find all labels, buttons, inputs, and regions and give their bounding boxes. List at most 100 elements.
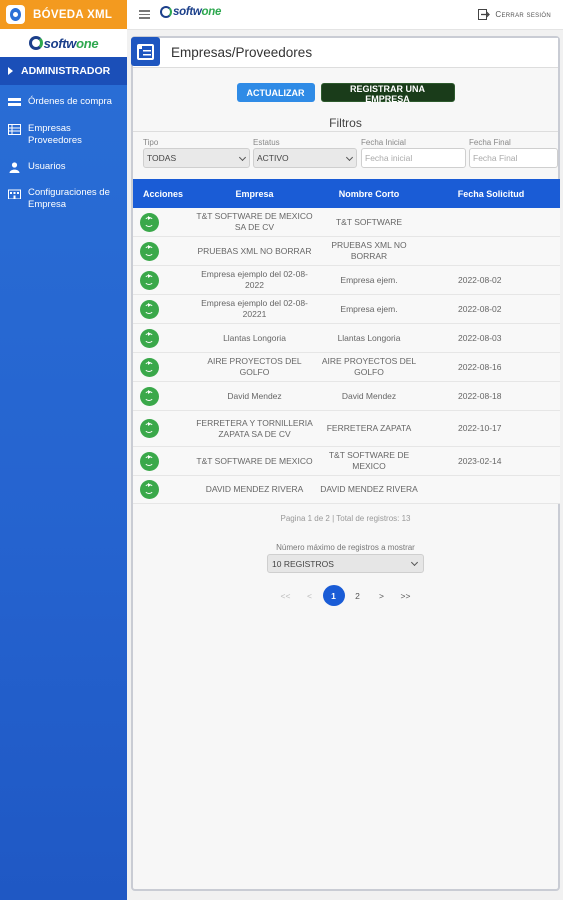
cell-fecha: 2022-10-17	[458, 423, 502, 433]
cell-fecha: 2022-08-02	[458, 303, 502, 314]
cell-nombre-corto: Empresa ejem.	[340, 274, 398, 285]
chevron-down-icon	[238, 153, 247, 162]
table-row: PRUEBAS XML NO BORRAR PRUEBAS XML NO BOR…	[133, 237, 560, 266]
cell-nombre-corto: T&T SOFTWARE DE MEXICO	[328, 450, 410, 471]
table-row: Empresa ejemplo del 02-08-20221 Empresa …	[133, 295, 560, 324]
cell-nombre-corto: AIRE PROYECTOS DEL GOLFO	[321, 356, 417, 377]
sidebar-item-usuarios[interactable]: Usuarios	[0, 161, 127, 173]
table-header: Acciones Empresa Nombre Corto Fecha Soli…	[133, 179, 560, 208]
next-page-button[interactable]: >	[371, 585, 393, 606]
cards-icon	[8, 98, 21, 106]
fecha-final-input[interactable]: Fecha Final	[469, 148, 558, 168]
sidebar-item-empresas[interactable]: Empresas Proveedores	[0, 123, 127, 147]
first-page-button[interactable]: <<	[275, 585, 297, 606]
register-company-button[interactable]: REGISTRAR UNA EMPRESA	[320, 83, 455, 104]
building-icon	[8, 189, 21, 199]
page-title: Empresas/Proveedores	[171, 45, 313, 60]
chevron-down-icon	[345, 153, 354, 162]
filter-tipo: Tipo TODAS	[143, 138, 250, 168]
softwone-mark-icon	[160, 6, 172, 18]
cell-fecha	[422, 237, 560, 265]
user-icon	[9, 162, 20, 173]
sync-action-icon[interactable]	[140, 328, 159, 348]
tipo-select[interactable]: TODAS	[143, 148, 250, 168]
table-row: T&T SOFTWARE DE MEXICO SA DE CV T&T SOFT…	[133, 208, 560, 237]
softwone-mark-icon	[28, 36, 43, 50]
card-header: Empresas/Proveedores	[131, 37, 558, 68]
cell-nombre-corto: DAVID MENDEZ RIVERA	[320, 484, 418, 494]
brand-bar: BÓVEDA XML	[0, 0, 127, 29]
chevron-down-icon	[410, 558, 419, 567]
filter-fecha-final-label: Fecha Final	[469, 138, 511, 147]
sync-action-icon[interactable]	[140, 451, 159, 471]
column-header-fecha-solicitud: Fecha Solicitud	[457, 188, 525, 199]
last-page-button[interactable]: >>	[395, 585, 417, 606]
cell-nombre-corto: Empresa ejem.	[340, 303, 398, 314]
logout-button[interactable]: Cerrar sesión	[478, 9, 551, 20]
chevron-right-icon	[8, 67, 13, 75]
sync-action-icon[interactable]	[140, 480, 159, 499]
cell-empresa: Llantas Longoria	[223, 332, 286, 343]
page-button-1[interactable]: 1	[322, 585, 345, 606]
sync-action-icon[interactable]	[140, 270, 159, 290]
sidebar-item-label: Usuarios	[28, 161, 66, 172]
table-icon	[8, 124, 21, 135]
cell-empresa: T&T SOFTWARE DE MEXICO	[196, 455, 313, 466]
action-buttons: ACTUALIZAR REGISTRAR UNA EMPRESA	[133, 83, 558, 104]
column-header-nombre-corto: Nombre Corto	[338, 188, 400, 199]
filter-fecha-inicial-label: Fecha Inicial	[361, 138, 406, 147]
max-records-select[interactable]: 10 REGISTROS	[267, 554, 424, 573]
cell-fecha: 2022-08-02	[458, 274, 502, 285]
sidebar-item-ordenes[interactable]: Órdenes de compra	[0, 96, 127, 108]
filter-tipo-label: Tipo	[143, 138, 159, 147]
logout-label: Cerrar sesión	[495, 10, 551, 19]
filter-estatus: Estatus ACTIVO	[253, 138, 357, 168]
sidebar: BÓVEDA XML softwone ADMINISTRADOR Órdene…	[0, 0, 127, 900]
sync-action-icon[interactable]	[140, 241, 159, 261]
estatus-select[interactable]: ACTIVO	[253, 148, 357, 168]
filter-fecha-inicial: Fecha Inicial Fecha inicial	[361, 138, 466, 168]
table-row: Empresa ejemplo del 02-08-2022 Empresa e…	[133, 266, 560, 295]
update-button[interactable]: ACTUALIZAR	[236, 83, 315, 102]
table-row: DAVID MENDEZ RIVERA DAVID MENDEZ RIVERA	[133, 476, 560, 504]
hamburger-menu-icon[interactable]	[139, 10, 150, 19]
column-header-empresa: Empresa	[235, 188, 274, 199]
table-row: T&T SOFTWARE DE MEXICO T&T SOFTWARE DE M…	[133, 447, 560, 476]
sync-action-icon[interactable]	[140, 386, 159, 406]
pagination: << < 1 2 > >>	[133, 585, 558, 606]
sidebar-item-configuraciones[interactable]: Configuraciones de Empresa	[0, 187, 127, 211]
boveda-logo-icon	[6, 5, 25, 24]
filter-fecha-final: Fecha Final Fecha Final	[469, 138, 558, 168]
pagination-info: Pagina 1 de 2 | Total de registros: 13	[280, 514, 411, 523]
sidebar-item-label: Empresas Proveedores	[28, 123, 82, 146]
sidebar-section-label: ADMINISTRADOR	[21, 65, 111, 77]
cell-empresa: T&T SOFTWARE DE MEXICO SA DE CV	[196, 211, 313, 232]
cell-empresa: DAVID MENDEZ RIVERA	[205, 484, 304, 494]
sync-action-icon[interactable]	[140, 212, 159, 232]
sidebar-item-label: Configuraciones de Empresa	[28, 187, 110, 210]
filter-estatus-label: Estatus	[253, 138, 280, 147]
cell-empresa: FERRETERA Y TORNILLERIA ZAPATA SA DE CV	[196, 417, 313, 439]
fecha-inicial-input[interactable]: Fecha inicial	[361, 148, 466, 168]
page-button-2[interactable]: 2	[347, 585, 369, 606]
cell-empresa: Empresa ejemplo del 02-08-2022	[201, 269, 308, 290]
prev-page-button[interactable]: <	[299, 585, 321, 606]
sidebar-section-admin[interactable]: ADMINISTRADOR	[0, 57, 127, 85]
table-row: FERRETERA Y TORNILLERIA ZAPATA SA DE CV …	[133, 411, 560, 447]
logout-icon	[478, 9, 491, 20]
cell-fecha	[422, 476, 560, 503]
divider	[133, 131, 558, 132]
topbar: softwone Cerrar sesión	[127, 0, 563, 30]
cell-fecha	[422, 208, 560, 236]
softwone-logo: softwone	[0, 29, 127, 57]
cell-fecha: 2022-08-03	[458, 332, 502, 343]
sync-action-icon[interactable]	[140, 419, 159, 438]
cell-empresa: David Mendez	[227, 390, 282, 401]
sync-action-icon[interactable]	[140, 357, 159, 377]
companies-table: Acciones Empresa Nombre Corto Fecha Soli…	[133, 179, 560, 504]
sync-action-icon[interactable]	[140, 299, 159, 319]
table-header-icon	[131, 37, 160, 66]
cell-nombre-corto: Llantas Longoria	[337, 332, 401, 343]
filters-title: Filtros	[329, 116, 362, 130]
table-row: Llantas Longoria Llantas Longoria 2022-0…	[133, 324, 560, 353]
